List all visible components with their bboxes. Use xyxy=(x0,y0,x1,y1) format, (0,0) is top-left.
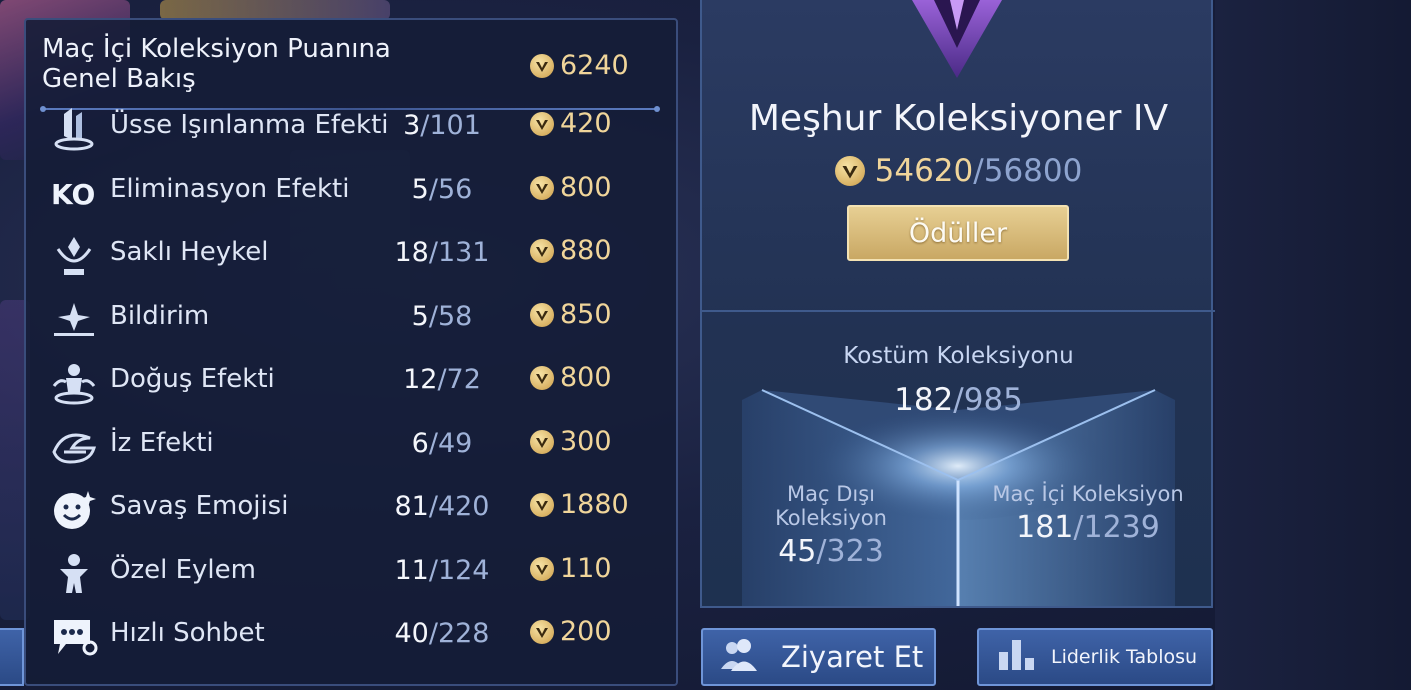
visit-button[interactable]: Ziyaret Et xyxy=(701,628,936,686)
collection-point-icon xyxy=(530,53,554,78)
visit-label: Ziyaret Et xyxy=(781,640,924,674)
row-label: Saklı Heykel xyxy=(110,237,269,267)
row-points: 850 xyxy=(530,299,612,330)
trail-effect-icon xyxy=(46,422,102,472)
row-label: İz Efekti xyxy=(110,428,214,458)
collection-row: Üsse Işınlanma Efekti 3/101 420 xyxy=(42,98,662,158)
row-label: Özel Eylem xyxy=(110,555,256,585)
row-label: Üsse Işınlanma Efekti xyxy=(110,110,389,140)
teleport-effect-icon xyxy=(46,104,102,154)
row-count: 5/58 xyxy=(411,301,473,332)
collection-row: Özel Eylem 11/124 110 xyxy=(42,543,662,603)
rewards-button[interactable]: Ödüller xyxy=(847,205,1069,261)
row-label: Doğuş Efekti xyxy=(110,364,275,394)
row-count: 3/101 xyxy=(403,110,481,141)
hidden-statue-icon xyxy=(46,231,102,281)
collection-point-icon xyxy=(530,238,554,263)
rank-progress: 54620/56800 xyxy=(702,153,1215,189)
row-count: 81/420 xyxy=(394,491,490,522)
background-shade xyxy=(1215,0,1411,690)
row-points: 800 xyxy=(530,362,612,393)
in-match-collection-panel: Maç İçi Koleksiyon Puanına Genel Bakış 6… xyxy=(24,18,678,686)
leaderboard-label: Liderlik Tablosu xyxy=(1051,646,1198,668)
collection-point-icon xyxy=(834,156,865,186)
offscreen-button[interactable] xyxy=(0,628,24,686)
row-count: 11/124 xyxy=(394,555,490,586)
rank-emblem-icon xyxy=(912,0,1002,78)
collection-point-icon xyxy=(530,556,554,581)
in-match-title: Maç İçi Koleksiyon xyxy=(992,482,1184,506)
costume-collection-count: 182/985 xyxy=(894,382,1023,418)
background-art xyxy=(160,0,390,20)
notification-icon xyxy=(46,295,102,345)
row-count: 6/49 xyxy=(411,428,473,459)
row-count: 18/131 xyxy=(394,237,490,268)
row-points: 800 xyxy=(530,172,612,203)
collector-rank-panel: Meşhur Koleksiyoner IV 54620/56800 Ödüll… xyxy=(700,0,1215,608)
out-of-match-title: Maç Dışı Koleksiyon xyxy=(775,482,887,530)
panel-title: Maç İçi Koleksiyon Puanına Genel Bakış xyxy=(42,34,391,94)
svg-text:KO: KO xyxy=(51,178,95,211)
row-label: Hızlı Sohbet xyxy=(110,618,265,648)
out-of-match-count: 45/323 xyxy=(778,534,884,569)
divider xyxy=(702,310,1215,312)
collection-point-icon xyxy=(530,619,554,644)
row-points: 110 xyxy=(530,553,612,584)
leaderboard-button[interactable]: Liderlik Tablosu xyxy=(977,628,1213,686)
row-label: Eliminasyon Efekti xyxy=(110,174,350,204)
row-label: Bildirim xyxy=(110,301,210,331)
row-count: 40/228 xyxy=(394,618,490,649)
collection-row: Saklı Heykel 18/131 880 xyxy=(42,225,662,285)
collection-point-icon xyxy=(530,492,554,517)
row-points: 300 xyxy=(530,426,612,457)
row-points: 1880 xyxy=(530,489,629,520)
collection-point-icon xyxy=(530,111,554,136)
row-count: 12/72 xyxy=(403,364,481,395)
in-match-count: 181/1239 xyxy=(1016,510,1160,545)
battle-emote-icon xyxy=(46,485,102,535)
collection-row: Doğuş Efekti 12/72 800 xyxy=(42,352,662,412)
bar-chart-icon xyxy=(997,638,1037,676)
special-action-icon xyxy=(46,549,102,599)
collection-row: Bildirim 5/58 850 xyxy=(42,289,662,349)
collection-point-icon xyxy=(530,429,554,454)
row-points: 200 xyxy=(530,616,612,647)
people-icon xyxy=(719,637,763,677)
rank-title: Meşhur Koleksiyoner IV xyxy=(748,98,1169,139)
collection-row: KO Eliminasyon Efekti 5/56 800 xyxy=(42,162,662,222)
row-points: 420 xyxy=(530,108,612,139)
collection-row: İz Efekti 6/49 300 xyxy=(42,416,662,476)
in-match-collection[interactable]: Maç İçi Koleksiyon 181/1239 xyxy=(988,482,1188,545)
costume-collection-title: Kostüm Koleksiyonu xyxy=(843,343,1074,369)
row-count: 5/56 xyxy=(411,174,473,205)
collection-point-icon xyxy=(530,175,554,200)
ko-elimination-icon: KO xyxy=(46,168,102,218)
total-points: 6240 xyxy=(530,50,629,81)
quick-chat-icon xyxy=(46,612,102,662)
collection-point-icon xyxy=(530,365,554,390)
out-of-match-collection[interactable]: Maç Dışı Koleksiyon 45/323 xyxy=(731,482,931,569)
collection-row: Savaş Emojisi 81/420 1880 xyxy=(42,479,662,539)
row-points: 880 xyxy=(530,235,612,266)
collection-row: Hızlı Sohbet 40/228 200 xyxy=(42,606,662,666)
spawn-effect-icon xyxy=(46,358,102,408)
collection-point-icon xyxy=(530,302,554,327)
row-label: Savaş Emojisi xyxy=(110,491,289,521)
